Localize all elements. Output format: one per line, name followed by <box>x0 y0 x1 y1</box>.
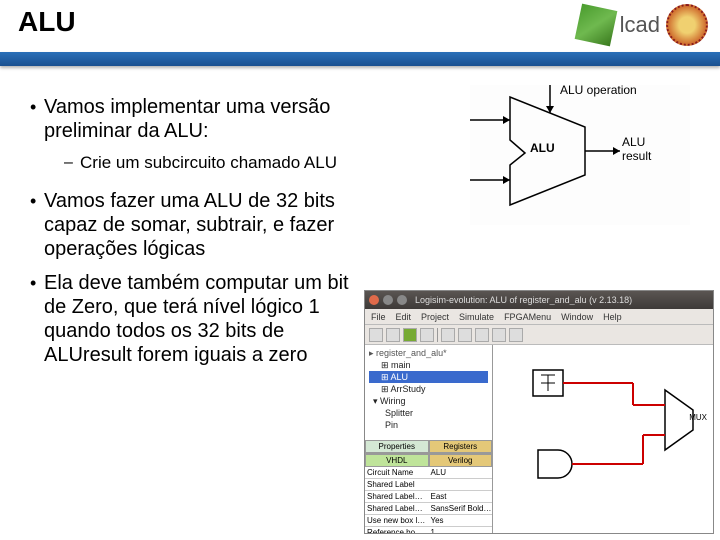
bullet-3: • Ela deve também computar um bit de Zer… <box>30 271 360 367</box>
alu-op-label: ALU operation <box>560 83 637 97</box>
toolbar-divider <box>437 328 438 342</box>
properties-panel: VHDL Verilog Circuit NameALU Shared Labe… <box>365 453 492 533</box>
bullet-dot-icon: • <box>30 271 44 367</box>
tree-arr[interactable]: ArrStudy <box>391 384 426 394</box>
bullet-dot-icon: • <box>30 189 44 261</box>
tool-wire-icon[interactable] <box>403 328 417 342</box>
tree-wiring[interactable]: Wiring <box>380 396 406 406</box>
prop-row: Shared Label…East <box>365 491 492 503</box>
bullet-dot-icon: • <box>30 95 44 143</box>
slide-title: ALU <box>18 6 76 38</box>
menubar: File Edit Project Simulate FPGAMenu Wind… <box>365 309 713 325</box>
bullet-2-text: Vamos fazer uma ALU de 32 bits capaz de … <box>44 189 360 261</box>
mux-label: MUX <box>689 413 707 422</box>
tool-output-icon[interactable] <box>458 328 472 342</box>
university-seal-icon <box>666 4 708 46</box>
bullet-1-sub: – Crie um subcircuito chamado ALU <box>64 153 360 173</box>
prop-row: Shared Label <box>365 479 492 491</box>
canvas-svg <box>493 345 713 533</box>
slide-header: ALU lcad <box>0 0 720 64</box>
header-divider <box>0 52 720 66</box>
menu-edit[interactable]: Edit <box>396 312 412 322</box>
bullet-1-text: Vamos implementar uma versão preliminar … <box>44 95 360 143</box>
tool-and-icon[interactable] <box>492 328 506 342</box>
side-panel: ▸ register_and_alu* ⊞ main ⊞ ALU ⊞ ArrSt… <box>365 345 493 533</box>
tab-vhdl[interactable]: VHDL <box>365 454 429 467</box>
menu-window[interactable]: Window <box>561 312 593 322</box>
window-maximize-icon[interactable] <box>397 295 407 305</box>
menu-fpga[interactable]: FPGAMenu <box>504 312 551 322</box>
tree-pin[interactable]: Pin <box>385 420 398 430</box>
logo-group: lcad <box>578 4 708 46</box>
lcad-cube-icon <box>574 4 617 47</box>
tool-edit-icon[interactable] <box>386 328 400 342</box>
bullet-3-text: Ela deve também computar um bit de Zero,… <box>44 271 360 367</box>
explorer-tree[interactable]: ▸ register_and_alu* ⊞ main ⊞ ALU ⊞ ArrSt… <box>365 345 492 440</box>
prop-header: VHDL Verilog <box>365 454 492 467</box>
window-titlebar: Logisim-evolution: ALU of register_and_a… <box>365 291 713 309</box>
tab-verilog[interactable]: Verilog <box>429 454 493 467</box>
bullet-content: • Vamos implementar uma versão prelimina… <box>30 95 360 377</box>
tool-text-icon[interactable] <box>420 328 434 342</box>
toolbar <box>365 325 713 345</box>
bullet-2: • Vamos fazer uma ALU de 32 bits capaz d… <box>30 189 360 261</box>
prop-row: Shared Label…SansSerif Bold… <box>365 503 492 515</box>
bullet-1: • Vamos implementar uma versão prelimina… <box>30 95 360 143</box>
menu-simulate[interactable]: Simulate <box>459 312 494 322</box>
tool-poke-icon[interactable] <box>369 328 383 342</box>
circuit-canvas[interactable]: MUX <box>493 345 713 533</box>
tree-root[interactable]: register_and_alu* <box>376 348 447 358</box>
logisim-window: Logisim-evolution: ALU of register_and_a… <box>364 290 714 534</box>
tab-properties[interactable]: Properties <box>365 440 429 453</box>
tree-alu[interactable]: ALU <box>391 372 409 382</box>
tree-splitter[interactable]: Splitter <box>385 408 413 418</box>
alu-name-label: ALU <box>530 141 555 155</box>
window-body: ▸ register_and_alu* ⊞ main ⊞ ALU ⊞ ArrSt… <box>365 345 713 533</box>
bottom-tabs: Properties Registers <box>365 440 492 453</box>
window-close-icon[interactable] <box>369 295 379 305</box>
prop-row: Circuit NameALU <box>365 467 492 479</box>
prop-row: Reference bo…1 <box>365 527 492 534</box>
tree-main[interactable]: main <box>391 360 411 370</box>
bullet-dash-icon: – <box>64 153 80 173</box>
lcad-logo-text: lcad <box>620 12 660 38</box>
alu-symbol-diagram: ALU operation ALU ALU result <box>470 85 690 225</box>
window-minimize-icon[interactable] <box>383 295 393 305</box>
tab-registers[interactable]: Registers <box>429 440 493 453</box>
prop-row: Use new box l…Yes <box>365 515 492 527</box>
menu-project[interactable]: Project <box>421 312 449 322</box>
alu-result-label: ALU result <box>622 135 651 163</box>
menu-help[interactable]: Help <box>603 312 622 322</box>
tool-or-icon[interactable] <box>509 328 523 342</box>
alu-svg <box>470 85 690 225</box>
window-title-text: Logisim-evolution: ALU of register_and_a… <box>415 295 632 305</box>
tool-pin-icon[interactable] <box>441 328 455 342</box>
bullet-1-sub-text: Crie um subcircuito chamado ALU <box>80 153 337 173</box>
menu-file[interactable]: File <box>371 312 386 322</box>
tool-not-icon[interactable] <box>475 328 489 342</box>
